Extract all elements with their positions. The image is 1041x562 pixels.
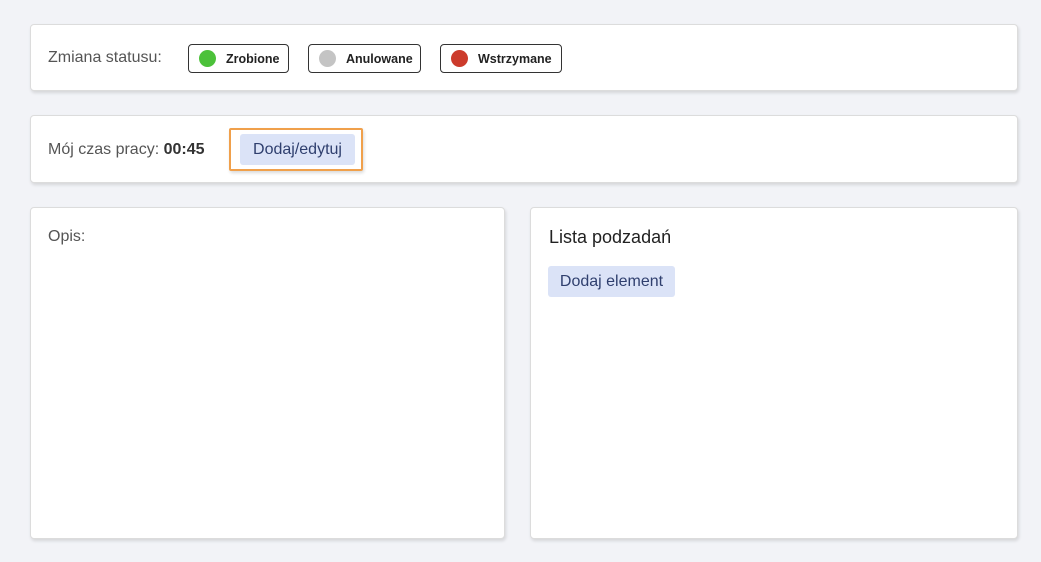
status-done-label: Zrobione bbox=[226, 51, 280, 66]
subtasks-panel: Lista podzadań Dodaj element bbox=[530, 207, 1018, 539]
subtasks-title: Lista podzadań bbox=[549, 227, 672, 247]
status-paused-button[interactable]: Wstrzymane bbox=[440, 44, 562, 73]
add-edit-time-button[interactable]: Dodaj/edytuj bbox=[240, 134, 355, 165]
description-panel[interactable]: Opis: bbox=[30, 207, 505, 539]
work-time-panel: Mój czas pracy: 00:45 Dodaj/edytuj bbox=[30, 115, 1018, 183]
status-panel: Zmiana statusu: Zrobione Anulowane Wstrz… bbox=[30, 24, 1018, 91]
work-time-caption: Mój czas pracy: bbox=[48, 141, 160, 158]
green-dot-icon bbox=[199, 50, 216, 67]
status-cancelled-label: Anulowane bbox=[346, 51, 413, 66]
description-label: Opis: bbox=[48, 228, 86, 245]
work-time-label: Mój czas pracy: 00:45 bbox=[48, 141, 205, 159]
grey-dot-icon bbox=[319, 50, 336, 67]
red-dot-icon bbox=[451, 50, 468, 67]
add-element-button[interactable]: Dodaj element bbox=[548, 266, 675, 297]
work-time-value: 00:45 bbox=[163, 141, 205, 158]
status-change-label: Zmiana statusu: bbox=[48, 49, 162, 66]
status-cancelled-button[interactable]: Anulowane bbox=[308, 44, 421, 73]
status-paused-label: Wstrzymane bbox=[478, 51, 552, 66]
status-done-button[interactable]: Zrobione bbox=[188, 44, 289, 73]
